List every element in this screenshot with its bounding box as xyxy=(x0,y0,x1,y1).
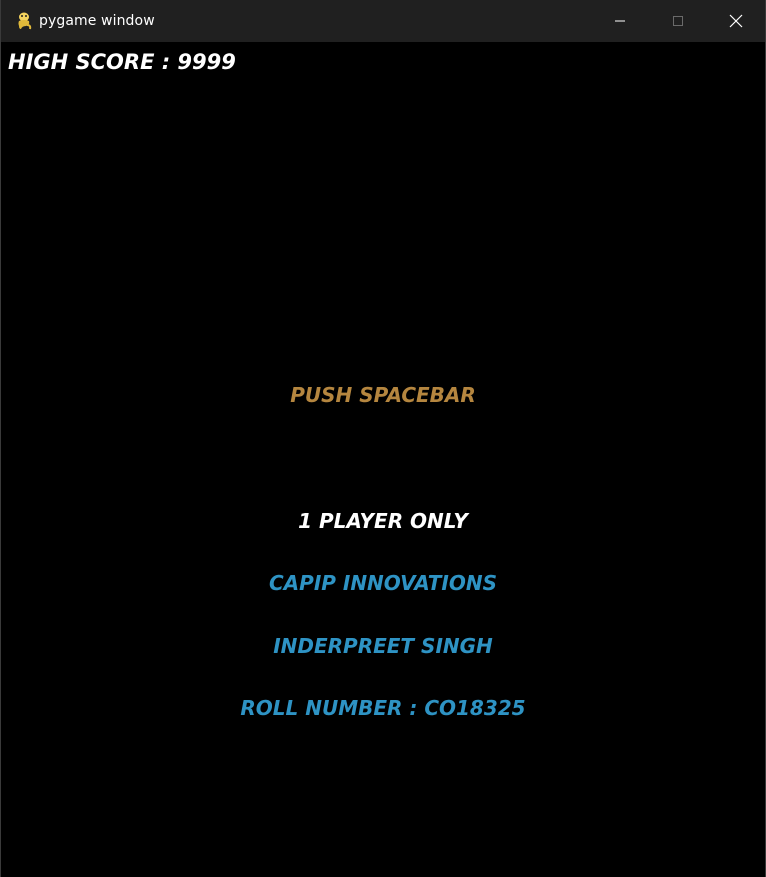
high-score-label: HIGH SCORE : 9999 xyxy=(8,50,236,74)
player-mode-label: 1 PLAYER ONLY xyxy=(298,509,468,533)
push-spacebar-prompt: PUSH SPACEBAR xyxy=(290,383,476,407)
minimize-button[interactable] xyxy=(591,0,649,42)
maximize-button[interactable] xyxy=(649,0,707,42)
title-bar[interactable]: pygame window xyxy=(1,0,765,42)
maximize-icon xyxy=(673,16,683,26)
author-credit: INDERPREET SINGH xyxy=(273,634,493,658)
game-canvas[interactable]: HIGH SCORE : 9999 PUSH SPACEBAR 1 PLAYER… xyxy=(1,42,765,877)
window-controls xyxy=(591,0,765,42)
roll-number-credit: ROLL NUMBER : CO18325 xyxy=(240,696,526,720)
close-icon xyxy=(729,14,743,28)
pygame-window: pygame window HIGH SCORE : 9999 PUSH SPA… xyxy=(0,0,766,877)
pygame-snake-icon xyxy=(13,10,35,32)
window-title: pygame window xyxy=(39,13,155,29)
company-credit: CAPIP INNOVATIONS xyxy=(269,571,497,595)
close-button[interactable] xyxy=(707,0,765,42)
minimize-icon xyxy=(615,20,625,22)
